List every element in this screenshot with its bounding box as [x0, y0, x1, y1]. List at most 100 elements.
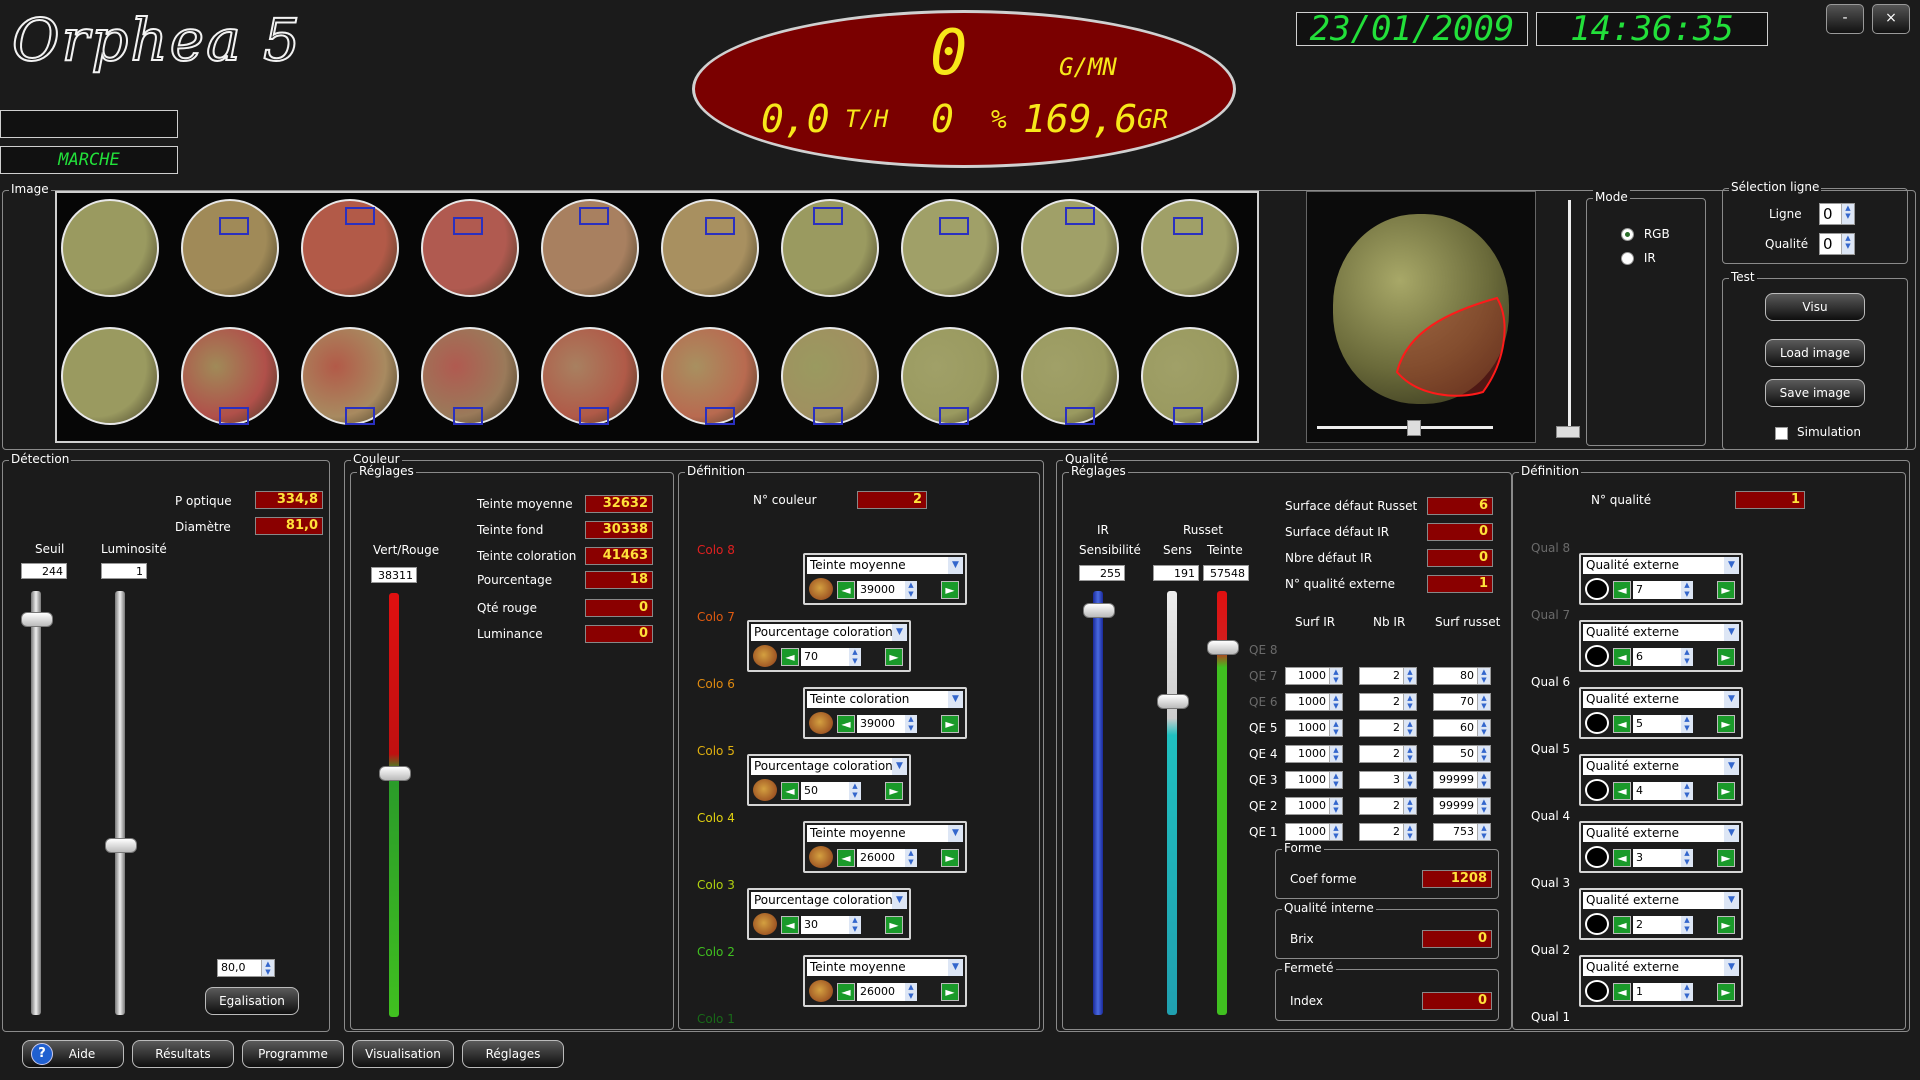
arrow-left-icon[interactable]: ◄: [1613, 715, 1631, 733]
qe-surf-ir-input[interactable]: 1000 ▲ ▼: [1285, 693, 1343, 711]
luminosite-slider-track[interactable]: [115, 591, 125, 1015]
colo-criterion-select[interactable]: Pourcentage coloration ▼: [751, 892, 907, 909]
arrow-right-icon[interactable]: ►: [1717, 782, 1735, 800]
mode-rgb-radio[interactable]: RGB: [1621, 227, 1670, 241]
qual-criterion-select[interactable]: Qualité externe ▼: [1583, 557, 1739, 574]
qual-threshold-input[interactable]: 3 ▲ ▼: [1633, 849, 1693, 867]
colo-criterion-dropdown[interactable]: Teinte coloration ▼ ◄ 39000 ▲ ▼ ►: [803, 687, 967, 739]
arrow-right-icon[interactable]: ►: [941, 715, 959, 733]
arrow-left-icon[interactable]: ◄: [1613, 581, 1631, 599]
ir-slider-thumb[interactable]: [1083, 603, 1115, 619]
simulation-checkbox[interactable]: [1775, 427, 1788, 440]
russet-teinte-value[interactable]: 57548: [1203, 565, 1249, 581]
qe-surf-russet-input[interactable]: 99999 ▲ ▼: [1433, 797, 1491, 815]
qe-surf-ir-input[interactable]: 1000 ▲ ▼: [1285, 823, 1343, 841]
qual-criterion-select[interactable]: Qualité externe ▼: [1583, 758, 1739, 775]
zoom-h-track[interactable]: [1317, 426, 1493, 429]
arrow-right-icon[interactable]: ►: [1717, 715, 1735, 733]
colo-criterion-dropdown[interactable]: Pourcentage coloration ▼ ◄ 30 ▲ ▼ ►: [747, 888, 911, 940]
qualite-spinner[interactable]: 0 ▲ ▼: [1819, 233, 1855, 255]
ir-sens-value[interactable]: 255: [1079, 565, 1125, 581]
qe-nb-ir-input[interactable]: 3 ▲ ▼: [1359, 771, 1417, 789]
arrow-right-icon[interactable]: ►: [1717, 916, 1735, 934]
seuil-slider-track[interactable]: [31, 591, 41, 1015]
qual-criterion-dropdown[interactable]: Qualité externe ▼ ◄ 6 ▲ ▼ ►: [1579, 620, 1743, 672]
qe-surf-russet-input[interactable]: 50 ▲ ▼: [1433, 745, 1491, 763]
qual-criterion-dropdown[interactable]: Qualité externe ▼ ◄ 3 ▲ ▼ ►: [1579, 821, 1743, 873]
arrow-left-icon[interactable]: ◄: [1613, 916, 1631, 934]
arrow-right-icon[interactable]: ►: [1717, 849, 1735, 867]
zoom-v-track[interactable]: [1568, 200, 1571, 432]
qe-nb-ir-input[interactable]: 2 ▲ ▼: [1359, 667, 1417, 685]
qe-surf-russet-input[interactable]: 80 ▲ ▼: [1433, 667, 1491, 685]
vert-rouge-slider-track[interactable]: [389, 593, 399, 1017]
qual-threshold-input[interactable]: 5 ▲ ▼: [1633, 715, 1693, 733]
colo-criterion-dropdown[interactable]: Teinte moyenne ▼ ◄ 26000 ▲ ▼ ►: [803, 955, 967, 1007]
colo-criterion-select[interactable]: Pourcentage coloration ▼: [751, 758, 907, 775]
arrow-right-icon[interactable]: ►: [885, 916, 903, 934]
qual-threshold-input[interactable]: 7 ▲ ▼: [1633, 581, 1693, 599]
luminosite-slider-thumb[interactable]: [105, 837, 137, 853]
colo-threshold-input[interactable]: 39000 ▲ ▼: [857, 715, 917, 733]
arrow-left-icon[interactable]: ◄: [781, 782, 799, 800]
arrow-left-icon[interactable]: ◄: [837, 581, 855, 599]
qual-criterion-select[interactable]: Qualité externe ▼: [1583, 959, 1739, 976]
qe-nb-ir-input[interactable]: 2 ▲ ▼: [1359, 693, 1417, 711]
egalisation-button[interactable]: Egalisation: [205, 987, 299, 1015]
programme-button[interactable]: Programme: [242, 1040, 344, 1068]
arrow-right-icon[interactable]: ►: [885, 648, 903, 666]
colo-criterion-dropdown[interactable]: Teinte moyenne ▼ ◄ 26000 ▲ ▼ ►: [803, 821, 967, 873]
qual-threshold-input[interactable]: 4 ▲ ▼: [1633, 782, 1693, 800]
visualisation-button[interactable]: Visualisation: [352, 1040, 454, 1068]
save-image-button[interactable]: Save image: [1765, 379, 1865, 407]
qe-nb-ir-input[interactable]: 2 ▲ ▼: [1359, 797, 1417, 815]
reglages-button[interactable]: Réglages: [462, 1040, 564, 1068]
arrow-left-icon[interactable]: ◄: [1613, 983, 1631, 1001]
colo-criterion-select[interactable]: Pourcentage coloration ▼: [751, 624, 907, 641]
qe-nb-ir-input[interactable]: 2 ▲ ▼: [1359, 719, 1417, 737]
colo-threshold-input[interactable]: 30 ▲ ▼: [801, 916, 861, 934]
zoom-v-thumb[interactable]: [1556, 426, 1580, 438]
colo-criterion-select[interactable]: Teinte coloration ▼: [807, 691, 963, 708]
close-button[interactable]: ×: [1872, 4, 1910, 34]
arrow-left-icon[interactable]: ◄: [1613, 782, 1631, 800]
russet-sens-slider-track[interactable]: [1167, 591, 1177, 1015]
arrow-right-icon[interactable]: ►: [941, 849, 959, 867]
load-image-button[interactable]: Load image: [1765, 339, 1865, 367]
qual-threshold-input[interactable]: 2 ▲ ▼: [1633, 916, 1693, 934]
qual-criterion-dropdown[interactable]: Qualité externe ▼ ◄ 1 ▲ ▼ ►: [1579, 955, 1743, 1007]
arrow-right-icon[interactable]: ►: [1717, 581, 1735, 599]
seuil-slider-thumb[interactable]: [21, 611, 53, 627]
egalisation-spinner[interactable]: 80,0 ▲ ▼: [217, 959, 275, 977]
qe-surf-ir-input[interactable]: 1000 ▲ ▼: [1285, 771, 1343, 789]
qe-surf-russet-input[interactable]: 60 ▲ ▼: [1433, 719, 1491, 737]
qe-nb-ir-input[interactable]: 2 ▲ ▼: [1359, 745, 1417, 763]
colo-threshold-input[interactable]: 39000 ▲ ▼: [857, 581, 917, 599]
qual-threshold-input[interactable]: 1 ▲ ▼: [1633, 983, 1693, 1001]
colo-threshold-input[interactable]: 50 ▲ ▼: [801, 782, 861, 800]
qual-criterion-dropdown[interactable]: Qualité externe ▼ ◄ 4 ▲ ▼ ►: [1579, 754, 1743, 806]
colo-threshold-input[interactable]: 70 ▲ ▼: [801, 648, 861, 666]
arrow-right-icon[interactable]: ►: [885, 782, 903, 800]
mode-ir-radio[interactable]: IR: [1621, 251, 1656, 265]
qual-criterion-dropdown[interactable]: Qualité externe ▼ ◄ 5 ▲ ▼ ►: [1579, 687, 1743, 739]
qual-criterion-dropdown[interactable]: Qualité externe ▼ ◄ 7 ▲ ▼ ►: [1579, 553, 1743, 605]
colo-threshold-input[interactable]: 26000 ▲ ▼: [857, 849, 917, 867]
colo-criterion-dropdown[interactable]: Teinte moyenne ▼ ◄ 39000 ▲ ▼ ►: [803, 553, 967, 605]
qual-criterion-select[interactable]: Qualité externe ▼: [1583, 825, 1739, 842]
arrow-right-icon[interactable]: ►: [1717, 648, 1735, 666]
colo-criterion-select[interactable]: Teinte moyenne ▼: [807, 959, 963, 976]
qual-criterion-select[interactable]: Qualité externe ▼: [1583, 892, 1739, 909]
qual-criterion-select[interactable]: Qualité externe ▼: [1583, 624, 1739, 641]
visu-button[interactable]: Visu: [1765, 293, 1865, 321]
qe-surf-russet-input[interactable]: 70 ▲ ▼: [1433, 693, 1491, 711]
arrow-left-icon[interactable]: ◄: [837, 983, 855, 1001]
arrow-left-icon[interactable]: ◄: [781, 648, 799, 666]
qual-criterion-select[interactable]: Qualité externe ▼: [1583, 691, 1739, 708]
qe-surf-russet-input[interactable]: 753 ▲ ▼: [1433, 823, 1491, 841]
vert-rouge-slider-thumb[interactable]: [379, 765, 411, 781]
colo-criterion-select[interactable]: Teinte moyenne ▼: [807, 825, 963, 842]
colo-threshold-input[interactable]: 26000 ▲ ▼: [857, 983, 917, 1001]
vert-rouge-value[interactable]: 38311: [371, 567, 417, 583]
qual-criterion-dropdown[interactable]: Qualité externe ▼ ◄ 2 ▲ ▼ ►: [1579, 888, 1743, 940]
